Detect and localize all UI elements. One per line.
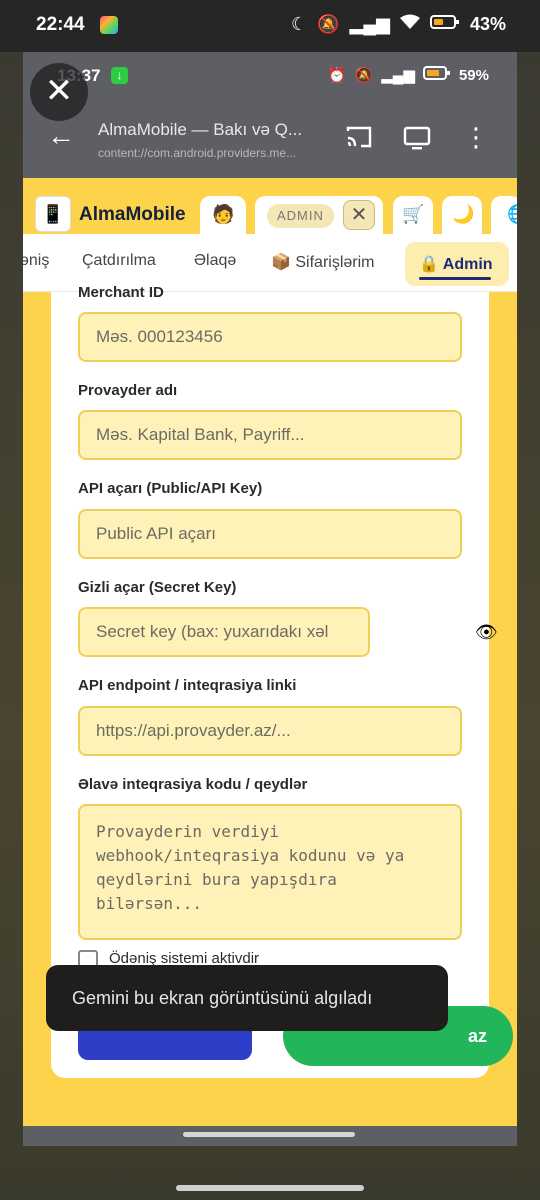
download-icon: ↓ bbox=[111, 67, 128, 84]
language-button[interactable]: 🌐 bbox=[491, 196, 517, 236]
moon-icon: ☾ bbox=[290, 14, 308, 34]
close-icon[interactable]: ✕ bbox=[30, 63, 88, 121]
mute-icon: 🔕 bbox=[354, 67, 374, 84]
signal-icon: ▂▄▆ bbox=[349, 14, 390, 34]
tab-my-orders[interactable]: 📦 Sifarişlərim bbox=[271, 252, 374, 272]
battery-percent: 59% bbox=[458, 66, 489, 84]
api-key-input[interactable]: Public API açarı bbox=[78, 509, 462, 559]
alarm-icon: ⏰ bbox=[327, 67, 347, 84]
merchant-id-input[interactable]: Məs. 000123456 bbox=[78, 312, 462, 362]
eye-icon[interactable]: 👁 bbox=[475, 622, 498, 643]
inner-status-bar: 13:37 ↓ ⏰ 🔕 ▂▄▆ 59% bbox=[23, 52, 517, 100]
endpoint-input[interactable]: https://api.provayder.az/... bbox=[78, 706, 462, 756]
theme-toggle[interactable]: 🌙 bbox=[442, 196, 482, 236]
browser-url: content://com.android.providers.me... bbox=[98, 146, 297, 160]
cart-button[interactable]: 🛒 bbox=[393, 196, 433, 236]
back-arrow-icon[interactable]: ← bbox=[47, 122, 75, 150]
tab-admin[interactable]: 🔒 Admin bbox=[405, 242, 509, 286]
admin-tag: ADMIN bbox=[267, 204, 334, 228]
outer-clock: 22:44 bbox=[36, 14, 85, 35]
payment-settings-card: Merchant ID Məs. 000123456 Provayder adı… bbox=[51, 284, 498, 1078]
inner-status-icons: ⏰ 🔕 ▂▄▆ 59% bbox=[328, 66, 489, 84]
user-icon: 🧑 bbox=[212, 204, 235, 224]
notes-textarea[interactable]: Provayderin verdiyi webhook/inteqrasiya … bbox=[78, 804, 462, 940]
endpoint-label: API endpoint / inteqrasiya linki bbox=[78, 677, 297, 694]
admin-chip: ADMIN ✕ bbox=[255, 196, 383, 236]
provider-label: Provayder adı bbox=[78, 382, 178, 399]
outer-status-bar: 22:44 ☾ 🔕 ▂▄▆ 43% bbox=[0, 0, 540, 52]
tab-delivery[interactable]: Çatdırılma bbox=[82, 252, 156, 270]
provider-name-input[interactable]: Məs. Kapital Bank, Payriff... bbox=[78, 410, 462, 460]
merchant-label: Merchant ID bbox=[78, 284, 164, 301]
cart-icon: 🛒 bbox=[402, 204, 425, 224]
site-logo[interactable]: 📱 bbox=[35, 196, 71, 232]
notes-label: Əlavə inteqrasiya kodu / qeydlər bbox=[78, 776, 308, 793]
inner-home-indicator bbox=[183, 1132, 355, 1137]
brand-name[interactable]: AlmaMobile bbox=[79, 204, 186, 226]
home-indicator[interactable] bbox=[176, 1185, 364, 1191]
tab-admin-label: 🔒 Admin bbox=[419, 256, 493, 273]
moon-icon: 🌙 bbox=[452, 204, 475, 224]
outer-status-icons: ☾ 🔕 ▂▄▆ 43% bbox=[291, 14, 506, 35]
cast-icon[interactable] bbox=[345, 124, 373, 152]
user-button[interactable]: 🧑 bbox=[200, 196, 246, 236]
tab-underline bbox=[419, 277, 491, 280]
battery-icon bbox=[422, 66, 451, 84]
battery-percent: 43% bbox=[469, 14, 506, 34]
more-vert-icon[interactable]: ⋮ bbox=[463, 124, 489, 150]
api-key-label: API açarı (Public/API Key) bbox=[78, 480, 263, 497]
secret-key-label: Gizli açar (Secret Key) bbox=[78, 579, 237, 596]
mute-icon: 🔕 bbox=[317, 14, 340, 34]
signal-icon: ▂▄▆ bbox=[381, 67, 415, 84]
admin-close-button[interactable]: ✕ bbox=[343, 200, 375, 230]
gemini-toast: Gemini bu ekran görüntüsünü algıladı bbox=[46, 965, 448, 1031]
desktop-icon[interactable] bbox=[403, 124, 431, 152]
secret-key-input[interactable]: Secret key (bax: yuxarıdakı xəl bbox=[78, 607, 370, 657]
inner-nav-bar bbox=[23, 1126, 517, 1146]
browser-title: AlmaMobile — Bakı və Q... bbox=[98, 120, 303, 139]
battery-icon bbox=[429, 14, 460, 35]
app-notification-icon bbox=[100, 16, 118, 34]
tab-contact[interactable]: Əlaqə bbox=[194, 252, 236, 270]
browser-toolbar: ← AlmaMobile — Bakı və Q... content://co… bbox=[23, 100, 517, 178]
site-header: 📱 AlmaMobile 🧑 ADMIN ✕ 🛒 🌙 🌐 bbox=[23, 178, 517, 236]
tab-partial[interactable]: əniş bbox=[23, 252, 49, 270]
wifi-icon bbox=[399, 14, 420, 35]
globe-icon: 🌐 bbox=[507, 204, 517, 225]
